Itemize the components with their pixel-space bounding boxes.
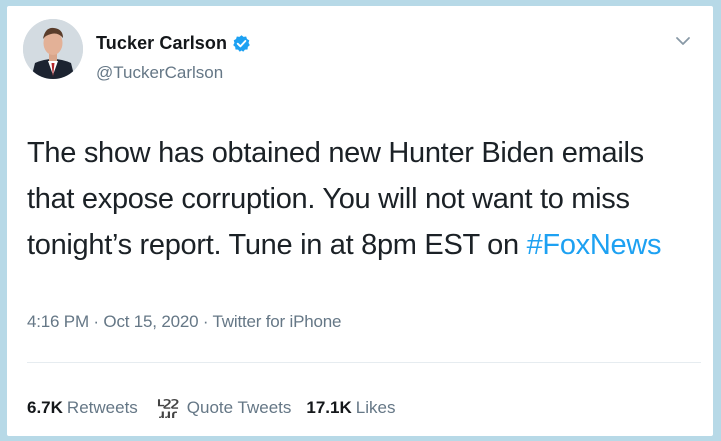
author-name-row: Tucker Carlson (96, 33, 251, 54)
quote-tweets-label: Quote Tweets (186, 398, 292, 417)
tweet-stats: 6.7K Retweets ւշշ ɹɹɾ Quote Tweets 17.1K… (27, 396, 410, 420)
likes-stat[interactable]: 17.1K Likes (306, 398, 395, 418)
tweet-text: The show has obtained new Hunter Biden e… (27, 130, 697, 268)
likes-count: 17.1K (306, 398, 352, 417)
tweet-card: Tucker Carlson @TuckerCarlson The show h… (7, 6, 713, 436)
avatar-image (23, 19, 83, 79)
retweets-count: 6.7K (27, 398, 63, 417)
tweet-timestamp-source[interactable]: 4:16 PM · Oct 15, 2020 · Twitter for iPh… (27, 312, 341, 332)
retweets-stat[interactable]: 6.7K Retweets (27, 398, 138, 418)
verified-badge-icon (232, 34, 251, 53)
chevron-down-icon[interactable] (675, 34, 691, 46)
quote-tweets-stat[interactable]: ւշշ ɹɹɾ Quote Tweets (153, 396, 292, 420)
hashtag-link[interactable]: #FoxNews (527, 229, 662, 261)
avatar[interactable] (23, 19, 83, 79)
quote-count-bottom: ɹɹɾ (158, 407, 177, 421)
retweets-label: Retweets (66, 398, 138, 417)
author-handle[interactable]: @TuckerCarlson (96, 63, 223, 83)
quote-tweets-count: ւշշ ɹɹɾ (148, 396, 187, 420)
tweet-header: Tucker Carlson @TuckerCarlson (7, 6, 713, 106)
likes-label: Likes (355, 398, 396, 417)
divider (27, 362, 701, 363)
author-display-name[interactable]: Tucker Carlson (96, 33, 227, 54)
